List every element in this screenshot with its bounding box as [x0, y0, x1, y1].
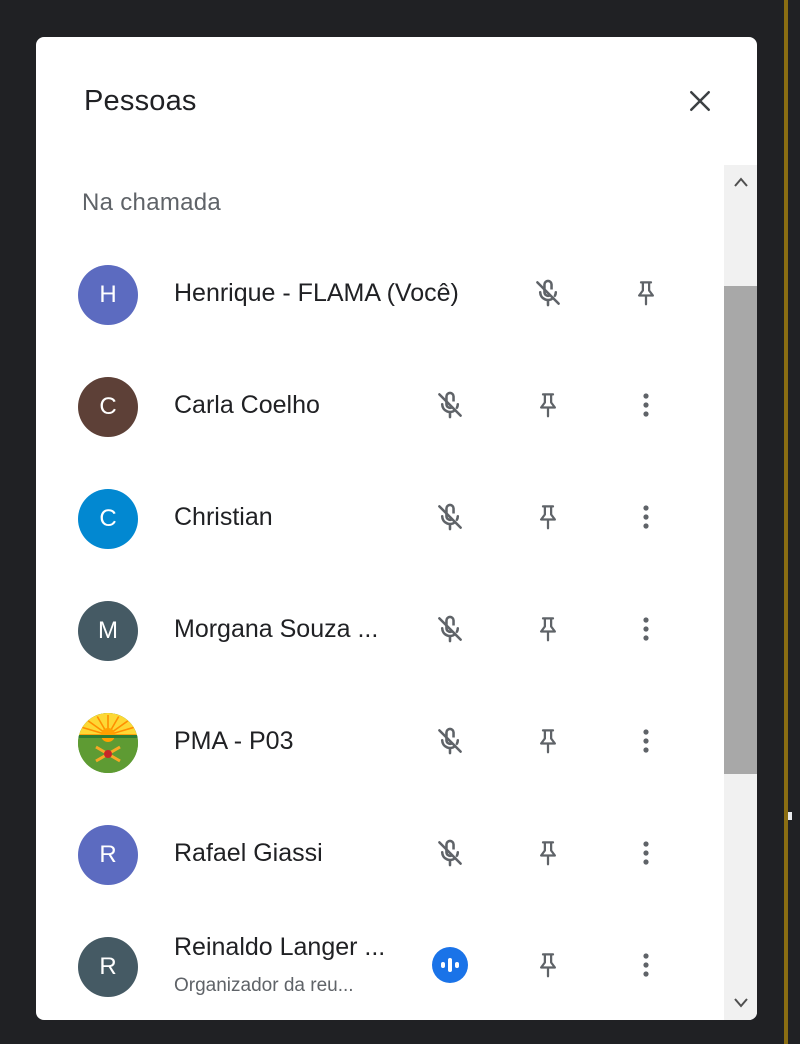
people-panel: Pessoas Na chamada H Henrique - FLAMA (Vo…	[36, 37, 757, 1020]
more-vert-icon	[640, 500, 652, 539]
scrollbar[interactable]	[724, 165, 757, 1020]
chevron-up-icon	[733, 177, 748, 187]
edge-marker	[788, 812, 792, 820]
mic-off-icon	[433, 612, 467, 651]
participant-row[interactable]: M Morgana Souza ...	[36, 577, 724, 689]
pin-button[interactable]	[528, 947, 568, 987]
more-vert-icon	[640, 388, 652, 427]
edge-highlight	[784, 0, 788, 1044]
close-button[interactable]	[680, 81, 720, 121]
mute-button[interactable]	[430, 835, 470, 875]
pin-icon	[533, 948, 563, 987]
speaking-icon	[430, 945, 470, 990]
mute-button[interactable]	[430, 499, 470, 539]
pin-icon	[533, 500, 563, 539]
scroll-down-button[interactable]	[724, 986, 757, 1020]
more-options-button[interactable]	[626, 611, 666, 651]
avatar: C	[78, 489, 138, 549]
participant-row[interactable]: C Carla Coelho	[36, 353, 724, 465]
more-options-button[interactable]	[626, 723, 666, 763]
mute-button[interactable]	[430, 387, 470, 427]
mute-button[interactable]	[528, 275, 568, 315]
avatar-initial: R	[99, 841, 117, 868]
background-edge	[758, 0, 800, 1044]
participants-list[interactable]: Na chamada H Henrique - FLAMA (Você) C Carl…	[36, 165, 757, 1020]
avatar-initial: C	[99, 393, 117, 420]
mute-button[interactable]	[430, 611, 470, 651]
pin-icon	[533, 388, 563, 427]
more-options-button[interactable]	[626, 499, 666, 539]
participant-name: Rafael Giassi	[174, 839, 323, 867]
participant-row[interactable]: C Christian	[36, 465, 724, 577]
pin-button[interactable]	[528, 723, 568, 763]
pin-button[interactable]	[528, 835, 568, 875]
participant-name: Morgana Souza ...	[174, 615, 379, 643]
pin-icon	[533, 612, 563, 651]
chevron-down-icon	[733, 998, 748, 1008]
pin-button[interactable]	[528, 387, 568, 427]
scroll-thumb[interactable]	[724, 286, 757, 774]
pin-icon	[533, 724, 563, 763]
scroll-up-button[interactable]	[724, 165, 757, 199]
participant-row[interactable]: H Henrique - FLAMA (Você)	[36, 241, 724, 353]
mic-off-icon	[433, 836, 467, 875]
more-vert-icon	[640, 612, 652, 651]
avatar: M	[78, 601, 138, 661]
participant-name: PMA - P03	[174, 727, 294, 755]
avatar-initial: R	[99, 953, 117, 980]
participant-name: Christian	[174, 503, 273, 531]
panel-title: Pessoas	[84, 85, 197, 117]
participant-row[interactable]: PMA - P03	[36, 689, 724, 801]
pin-icon	[631, 276, 661, 315]
avatar-initial: M	[98, 617, 118, 644]
more-vert-icon	[640, 724, 652, 763]
speaking-indicator[interactable]	[430, 945, 470, 990]
avatar: C	[78, 377, 138, 437]
more-options-button[interactable]	[626, 947, 666, 987]
mute-button[interactable]	[430, 723, 470, 763]
close-icon	[690, 91, 710, 111]
pin-button[interactable]	[528, 611, 568, 651]
avatar: H	[78, 265, 138, 325]
participant-name: Reinaldo Langer ...	[174, 933, 386, 961]
more-options-button[interactable]	[626, 835, 666, 875]
more-options-button[interactable]	[626, 387, 666, 427]
section-label: Na chamada	[82, 189, 222, 216]
participant-row[interactable]: R Reinaldo Langer ... Organizador da reu..…	[36, 913, 724, 1020]
avatar-initial: C	[99, 505, 117, 532]
pin-button[interactable]	[626, 275, 666, 315]
avatar: R	[78, 937, 138, 997]
more-vert-icon	[640, 836, 652, 875]
pin-icon	[533, 836, 563, 875]
mic-off-icon	[531, 276, 565, 315]
mic-off-icon	[433, 500, 467, 539]
avatar-image	[78, 713, 138, 773]
mic-off-icon	[433, 388, 467, 427]
participant-name: Henrique - FLAMA (Você)	[174, 279, 459, 307]
participant-row[interactable]: R Rafael Giassi	[36, 801, 724, 913]
avatar: R	[78, 825, 138, 885]
mic-off-icon	[433, 724, 467, 763]
avatar-initial: H	[99, 281, 117, 308]
more-vert-icon	[640, 948, 652, 987]
participant-name: Carla Coelho	[174, 391, 320, 419]
pin-button[interactable]	[528, 499, 568, 539]
participant-role: Organizador da reu...	[174, 975, 354, 996]
